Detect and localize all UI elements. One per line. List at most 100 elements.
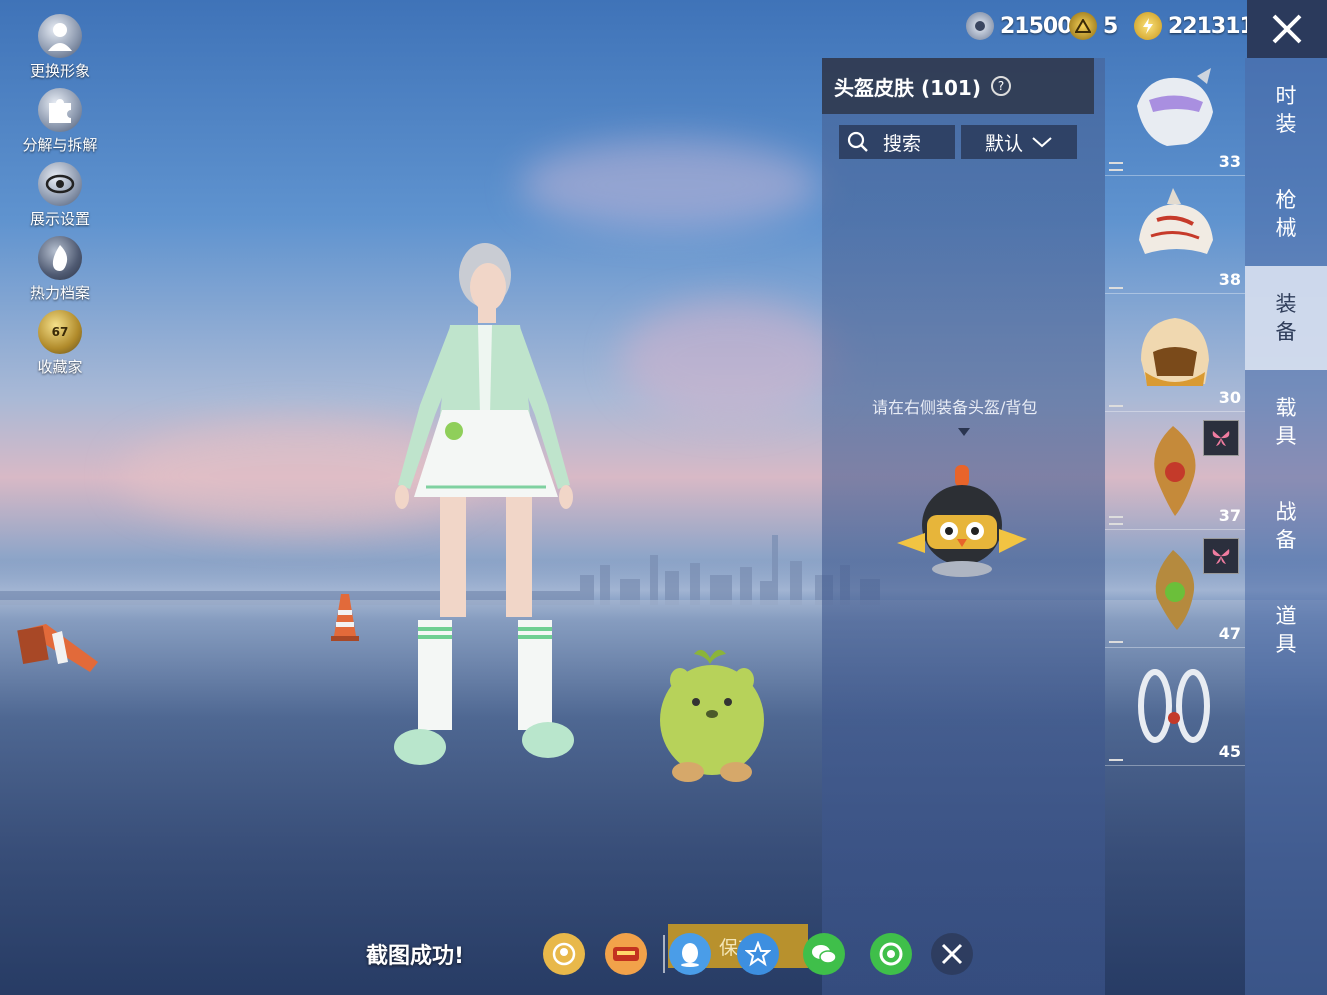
equip-hint: 请在右侧装备头盔/背包 <box>872 398 1038 417</box>
energy-amount: 221311 <box>1168 13 1255 39</box>
silver-coin-icon <box>966 12 994 40</box>
tab-equipment[interactable]: 装备 <box>1245 266 1327 370</box>
moments-icon <box>879 942 903 966</box>
panel-title: 头盔皮肤 (101) <box>834 75 981 100</box>
silver-ring-pendant-icon <box>1138 669 1210 743</box>
puzzle-icon <box>38 88 82 132</box>
search-icon <box>847 131 868 152</box>
collector-label: 收藏家 <box>37 358 83 376</box>
pet-companion <box>660 649 764 782</box>
tab-battle-prep-label-2: 备 <box>1275 528 1297 552</box>
peace-elite-icon <box>613 947 639 961</box>
heat-archive-label: 热力档案 <box>29 284 90 302</box>
item-menu-icon <box>1109 287 1123 289</box>
collector-button[interactable]: 67 收藏家 <box>14 310 106 384</box>
hint-arrow-icon <box>958 428 970 436</box>
item-count: 47 <box>1218 624 1241 643</box>
collector-badge-icon: 67 <box>38 310 82 354</box>
decompose-label: 分解与拆解 <box>22 136 98 154</box>
game-center-share-button[interactable] <box>543 933 585 975</box>
player-character <box>394 243 574 765</box>
item-menu-icon <box>1109 641 1123 643</box>
search-button[interactable]: 搜索 <box>839 125 955 159</box>
display-settings-label: 展示设置 <box>29 210 90 228</box>
sky-cloud <box>520 140 820 230</box>
tab-vehicles[interactable]: 载具 <box>1245 370 1327 474</box>
helmet-bird-preview <box>897 465 1027 577</box>
tab-fashion-label-1: 时 <box>1275 84 1297 108</box>
tab-fashion-label-2: 装 <box>1275 112 1297 136</box>
qq-share-button[interactable] <box>669 933 711 975</box>
item-menu-icon <box>1109 759 1123 761</box>
sky-cloud <box>620 300 840 420</box>
collector-level: 67 <box>51 325 69 339</box>
tab-weapons-label-2: 械 <box>1275 216 1297 240</box>
tab-battle-prep-label-1: 战 <box>1275 500 1297 524</box>
butterfly-badge-icon <box>1203 420 1239 456</box>
help-icon[interactable]: ? <box>991 76 1011 96</box>
butterfly-badge-icon <box>1203 538 1239 574</box>
currency-silver: 21500 <box>966 12 1073 40</box>
screenshot-success-toast: 截图成功! <box>366 944 465 969</box>
category-tabs: 时装 枪械 装备 载具 战备 道具 <box>1245 58 1327 995</box>
sort-dropdown[interactable]: 默认 <box>961 125 1077 159</box>
item-menu-icon <box>1109 162 1123 171</box>
panel-header: 头盔皮肤 (101) ? <box>822 58 1094 114</box>
gold-token-icon <box>1069 12 1097 40</box>
tab-battle-prep[interactable]: 战备 <box>1245 474 1327 578</box>
helmet-slot[interactable]: 47 <box>1105 530 1245 648</box>
moments-share-button[interactable] <box>870 933 912 975</box>
qzone-share-button[interactable] <box>737 933 779 975</box>
helmet-slot[interactable]: 37 <box>1105 412 1245 530</box>
change-appearance-button[interactable]: 更换形象 <box>14 14 106 88</box>
share-divider <box>663 935 665 973</box>
helmet-item-list: 33 38 30 37 47 45 <box>1105 58 1245 766</box>
change-appearance-label: 更换形象 <box>29 62 90 80</box>
tab-fashion[interactable]: 时装 <box>1245 58 1327 162</box>
wechat-share-button[interactable] <box>803 933 845 975</box>
currency-gold-token: 5 <box>1069 12 1118 40</box>
decompose-button[interactable]: 分解与拆解 <box>14 88 106 162</box>
close-icon <box>941 943 963 965</box>
qzone-icon <box>745 941 771 967</box>
item-count: 45 <box>1218 742 1241 761</box>
helmet-slot[interactable]: 38 <box>1105 176 1245 294</box>
tab-weapons[interactable]: 枪械 <box>1245 162 1327 266</box>
lightning-coin-icon <box>1134 12 1162 40</box>
helmet-slot[interactable]: 45 <box>1105 648 1245 766</box>
item-count: 38 <box>1218 270 1241 289</box>
helmet-slot[interactable]: 33 <box>1105 58 1245 176</box>
eye-icon <box>38 162 82 206</box>
item-count: 33 <box>1218 152 1241 171</box>
close-share-button[interactable] <box>931 933 973 975</box>
left-menu: 更换形象 分解与拆解 展示设置 热力档案 67 收藏家 <box>14 14 106 384</box>
silver-amount: 21500 <box>1000 13 1073 39</box>
person-icon <box>38 14 82 58</box>
display-settings-button[interactable]: 展示设置 <box>14 162 106 236</box>
fallen-traffic-cone <box>17 624 98 672</box>
tab-equipment-label-1: 装 <box>1275 292 1297 316</box>
white-dragon-helmet-icon <box>1137 68 1213 146</box>
search-label: 搜索 <box>883 132 922 155</box>
helmet-skin-panel: 头盔皮肤 (101) ? 搜索 默认 请在右侧装备头盔/背包 <box>822 58 1105 995</box>
chevron-down-icon <box>1032 137 1052 148</box>
tab-props-label-2: 具 <box>1275 632 1297 656</box>
item-menu-icon <box>1109 516 1123 525</box>
heat-archive-button[interactable]: 热力档案 <box>14 236 106 310</box>
red-pattern-helmet-icon <box>1139 188 1213 254</box>
close-icon <box>1272 14 1302 44</box>
game-center-icon <box>552 942 576 966</box>
close-button[interactable] <box>1247 0 1327 58</box>
tab-vehicles-label-2: 具 <box>1275 424 1297 448</box>
tab-props-label-1: 道 <box>1275 604 1297 628</box>
peace-elite-share-button[interactable] <box>605 933 647 975</box>
gold-token-amount: 5 <box>1103 13 1118 39</box>
tab-equipment-label-2: 备 <box>1275 320 1297 344</box>
item-menu-icon <box>1109 405 1123 407</box>
tab-props[interactable]: 道具 <box>1245 578 1327 682</box>
helmet-slot[interactable]: 30 <box>1105 294 1245 412</box>
currency-energy: 221311 <box>1134 12 1255 40</box>
tab-weapons-label-1: 枪 <box>1275 188 1297 212</box>
flame-icon <box>38 236 82 280</box>
gold-mask-helmet-icon <box>1141 318 1209 386</box>
